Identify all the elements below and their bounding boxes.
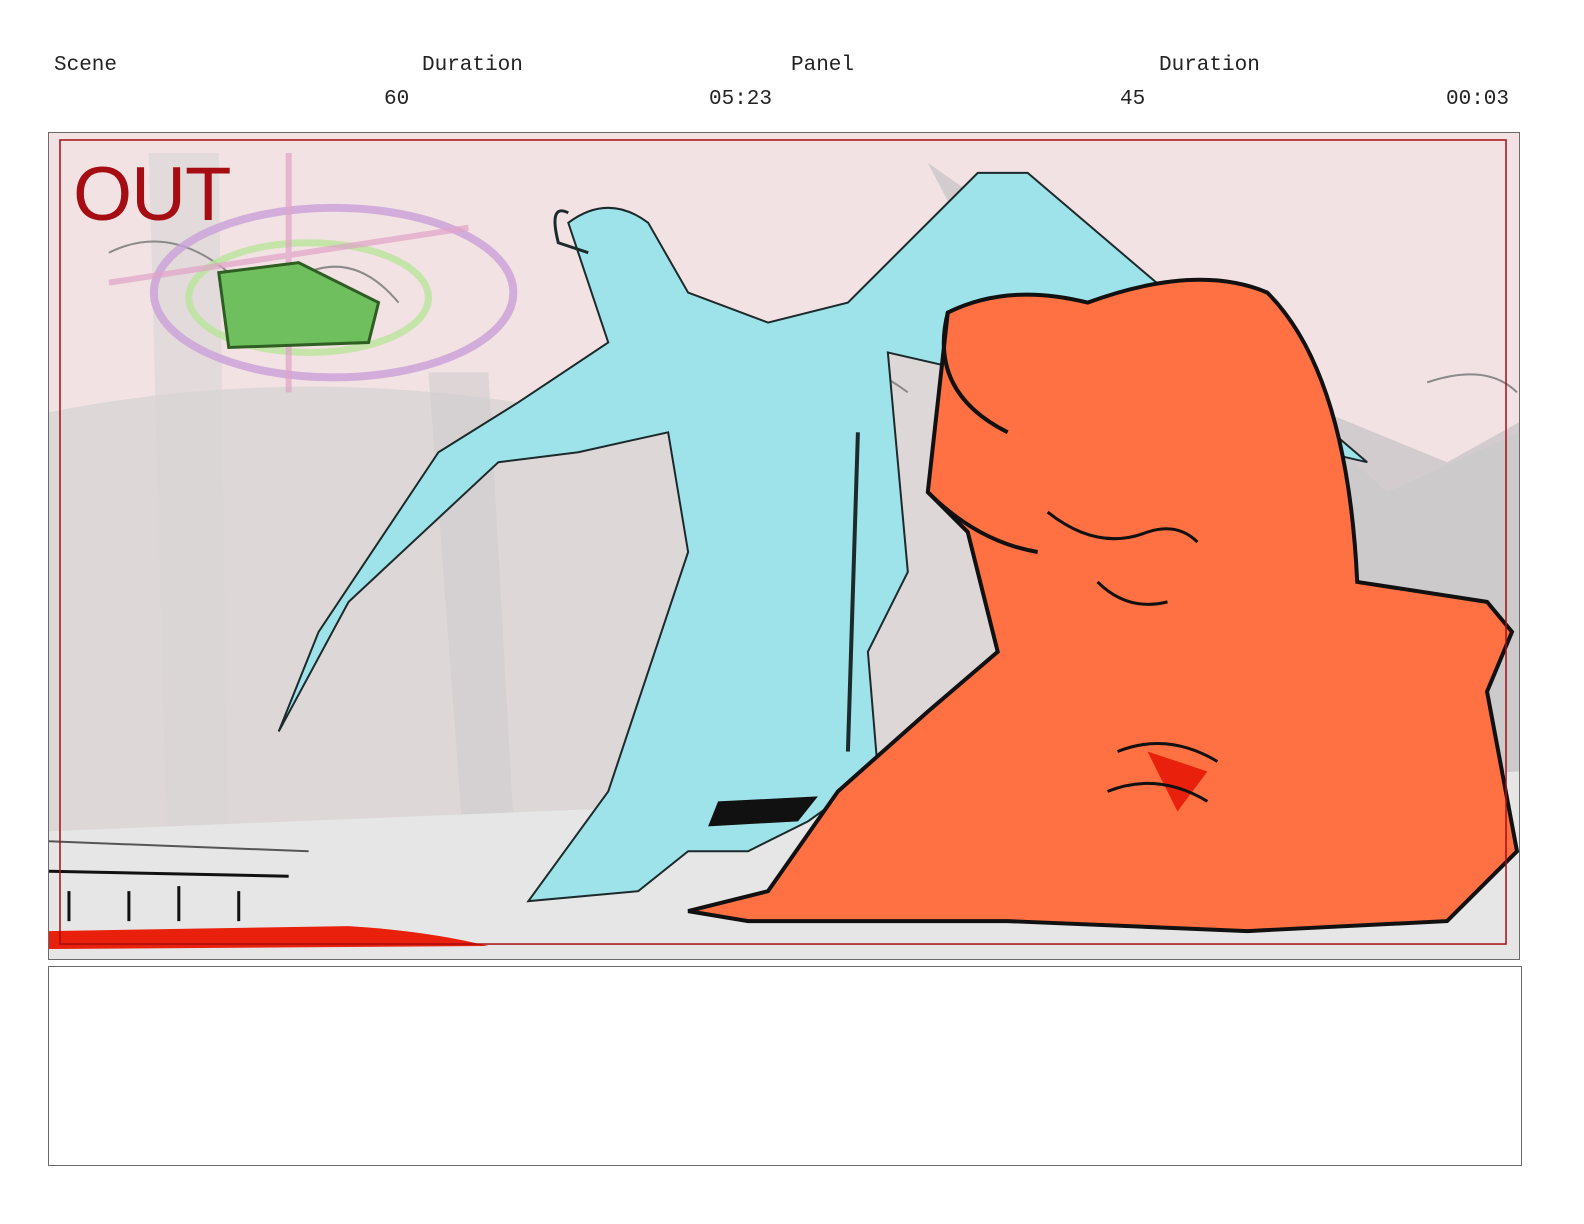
panel-number: 45 [1120,88,1146,111]
panel-artwork [49,133,1519,959]
panel-duration: 00:03 [1446,88,1510,111]
storyboard-panel: OUT [48,132,1520,960]
scene-number: 60 [384,88,410,111]
duration-label-2: Duration [1159,54,1260,77]
panel-label: Panel [791,54,855,77]
duration-label: Duration [422,54,523,77]
notes-box[interactable] [48,966,1522,1166]
scene-label: Scene [54,54,118,77]
scene-duration: 05:23 [709,88,773,111]
out-label: OUT [73,152,231,237]
